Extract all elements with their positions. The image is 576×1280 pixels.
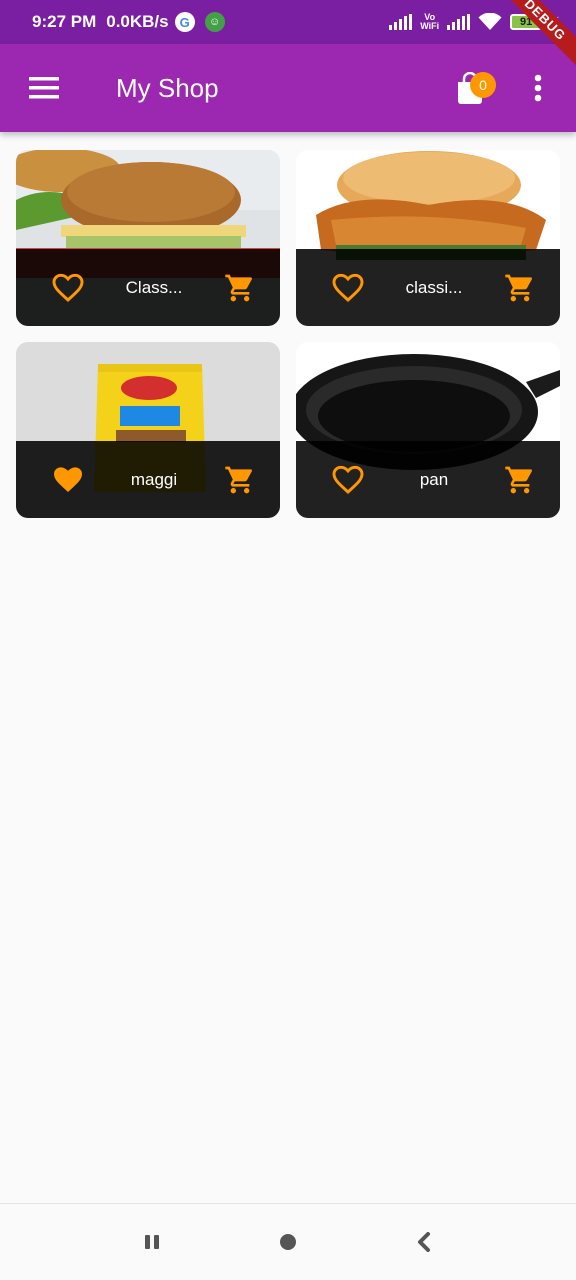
- favorite-button[interactable]: [326, 266, 370, 310]
- favorite-button[interactable]: [46, 266, 90, 310]
- tile-footer: Class...: [16, 249, 280, 326]
- cart-icon: [505, 466, 533, 493]
- product-name: maggi: [130, 469, 178, 489]
- back-button[interactable]: [404, 1222, 444, 1262]
- heart-outline-icon: [332, 273, 364, 302]
- system-nav-bar: [0, 1203, 576, 1280]
- recents-button[interactable]: [132, 1222, 172, 1262]
- cell-signal-icon: [389, 14, 413, 30]
- recents-icon: [145, 1235, 159, 1249]
- product-tile[interactable]: classi...: [296, 150, 560, 326]
- add-to-cart-button[interactable]: [218, 266, 262, 310]
- cart-button[interactable]: 0: [442, 58, 498, 118]
- wifi-icon: [478, 13, 502, 30]
- volte-indicator: Vo WiFi: [420, 13, 439, 31]
- app-notification-icon: ☺: [204, 12, 225, 32]
- more-vert-icon: [534, 74, 542, 102]
- heart-outline-icon: [52, 273, 84, 302]
- status-net-speed: 0.0KB/s: [106, 12, 169, 31]
- favorite-button[interactable]: [326, 458, 370, 502]
- menu-button[interactable]: [14, 58, 74, 118]
- status-bar: 9:27 PM 0.0KB/s G ☺ VoWiFi 91 ⚡ DEBUG: [0, 0, 576, 74]
- product-tile[interactable]: pan: [296, 342, 560, 518]
- page-title: My Shop: [116, 72, 219, 103]
- menu-icon: [29, 77, 59, 99]
- volte-line2: WiFi: [420, 21, 440, 31]
- tile-footer: pan: [296, 441, 560, 518]
- cart-count-badge: 0: [470, 72, 496, 98]
- google-icon: G: [174, 12, 195, 32]
- cell-signal-2-icon: [447, 14, 471, 30]
- add-to-cart-button[interactable]: [218, 458, 262, 502]
- app-bar: My Shop 0: [0, 44, 576, 132]
- product-grid: Class... classi... maggi pan: [16, 150, 560, 518]
- favorite-button[interactable]: [46, 458, 90, 502]
- heart-filled-icon: [53, 466, 83, 492]
- product-name: Class...: [125, 277, 183, 297]
- heart-outline-icon: [332, 465, 364, 494]
- cart-icon: [505, 274, 533, 301]
- tile-footer: maggi: [16, 441, 280, 518]
- status-time: 9:27 PM: [32, 12, 97, 31]
- add-to-cart-button[interactable]: [498, 266, 542, 310]
- home-button[interactable]: [268, 1222, 308, 1262]
- product-tile[interactable]: maggi: [16, 342, 280, 518]
- cart-icon: [225, 274, 253, 301]
- cart-icon: [225, 466, 253, 493]
- back-icon: [418, 1232, 430, 1252]
- product-tile[interactable]: Class...: [16, 150, 280, 326]
- product-name: classi...: [405, 277, 463, 297]
- add-to-cart-button[interactable]: [498, 458, 542, 502]
- product-name: pan: [419, 469, 449, 489]
- status-left: 9:27 PM 0.0KB/s G ☺: [32, 12, 225, 32]
- tile-footer: classi...: [296, 249, 560, 326]
- more-options-button[interactable]: [508, 58, 568, 118]
- home-icon: [280, 1234, 296, 1250]
